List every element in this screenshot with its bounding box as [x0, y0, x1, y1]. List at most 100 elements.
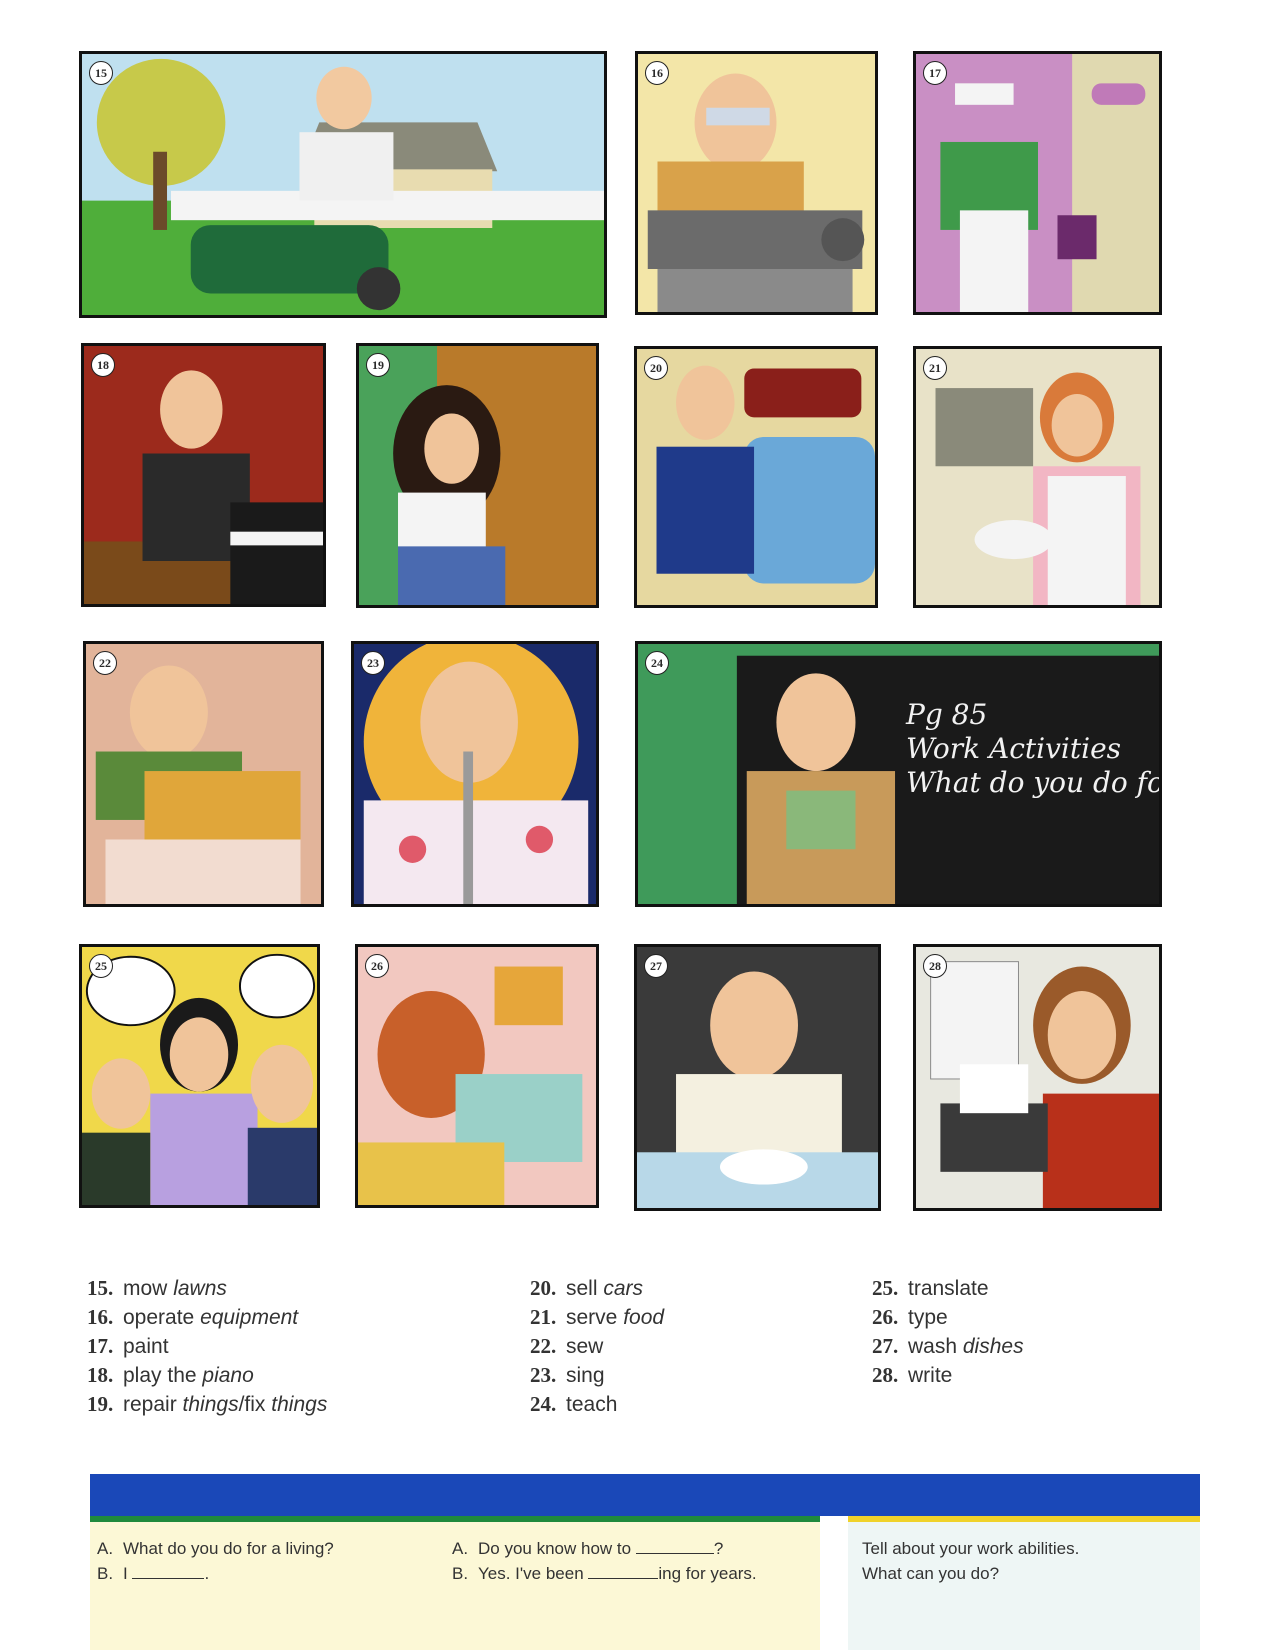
panel-number: 25	[89, 954, 113, 978]
panel-16-operate-equipment: 16	[635, 51, 878, 315]
translator-illustration	[82, 947, 317, 1205]
item-object: things	[271, 1393, 328, 1416]
dishwasher-illustration	[637, 947, 878, 1208]
chalkboard-line: What do you do for a li	[906, 766, 1159, 799]
panel-18-play-piano: 18	[81, 343, 326, 607]
item-number: 28.	[872, 1363, 899, 1387]
panel-number: 24	[645, 651, 669, 675]
dialog-text: Yes. I've been	[478, 1564, 584, 1583]
panel-17-paint: 17	[913, 51, 1162, 315]
item-object: lawns	[173, 1277, 227, 1300]
typist-illustration	[358, 947, 596, 1205]
panel-number: 26	[365, 954, 389, 978]
item-verb: translate	[908, 1277, 989, 1300]
item-verb: type	[908, 1306, 948, 1329]
dialog-text: Do you know how to	[478, 1539, 632, 1558]
vocab-item-21: 21. serve food	[530, 1303, 664, 1332]
vocab-column-3: 25. translate 26. type 27. wash dishes 28. w…	[872, 1274, 1024, 1390]
panel-number: 23	[361, 651, 385, 675]
panel-number: 22	[93, 651, 117, 675]
chalkboard-line: Work Activities	[906, 732, 1122, 765]
item-object: things	[182, 1393, 239, 1416]
vocab-item-22: 22. sew	[530, 1332, 664, 1361]
item-number: 24.	[530, 1392, 557, 1416]
vocab-item-15: 15. mow lawns	[87, 1274, 327, 1303]
pianist-illustration	[84, 346, 323, 604]
fill-in-blank	[588, 1564, 659, 1579]
chalkboard-text: Pg 85 Work Activities What do you do for…	[906, 698, 1159, 800]
dialog-text: .	[204, 1564, 210, 1583]
vocab-item-28: 28. write	[872, 1361, 1024, 1390]
vocab-item-17: 17. paint	[87, 1332, 327, 1361]
panel-19-repair-things: 19	[356, 343, 599, 608]
conversation-2: A. Do you know how to ? B. Yes. I've been …	[452, 1536, 757, 1586]
panel-21-serve-food: 21	[913, 346, 1162, 608]
fill-in-blank	[635, 1539, 714, 1554]
speaker-label: B.	[97, 1564, 114, 1583]
painter-illustration	[916, 54, 1159, 312]
panel-20-sell-cars: 20	[634, 346, 878, 608]
item-number: 20.	[530, 1276, 557, 1300]
blue-header-band	[90, 1474, 1200, 1516]
dialog-text: ing for years.	[658, 1564, 757, 1583]
item-number: 15.	[87, 1276, 114, 1300]
panel-23-sing: 23	[351, 641, 599, 907]
panel-15-mow-lawns: 15	[79, 51, 607, 318]
dialog-text: ?	[713, 1539, 724, 1558]
tailor-illustration	[86, 644, 321, 904]
item-number: 27.	[872, 1334, 899, 1358]
panel-number: 27	[644, 954, 668, 978]
panel-number: 20	[644, 356, 668, 380]
item-object: cars	[603, 1277, 644, 1300]
fill-in-blank	[132, 1564, 205, 1579]
vocab-item-27: 27. wash dishes	[872, 1332, 1024, 1361]
item-number: 23.	[530, 1363, 557, 1387]
vocab-item-23: 23. sing	[530, 1361, 664, 1390]
repairing-door-illustration	[359, 346, 596, 605]
item-verb: operate	[123, 1306, 195, 1329]
vocab-item-18: 18. play the piano	[87, 1361, 327, 1390]
item-number: 16.	[87, 1305, 114, 1329]
vocab-item-20: 20. sell cars	[530, 1274, 664, 1303]
item-number: 17.	[87, 1334, 114, 1358]
conversation-2-line-a: A. Do you know how to ?	[452, 1536, 757, 1561]
speaker-label: B.	[452, 1564, 469, 1583]
lawn-mowing-illustration	[82, 54, 604, 315]
panel-25-translate: 25	[79, 944, 320, 1208]
item-object: piano	[202, 1364, 254, 1387]
panel-number: 17	[923, 61, 947, 85]
vocab-item-16: 16. operate equipment	[87, 1303, 327, 1332]
lathe-operator-illustration	[638, 54, 875, 312]
dialog-text: What do you do for a living?	[123, 1539, 334, 1558]
item-verb: sing	[566, 1364, 605, 1387]
vocab-column-1: 15. mow lawns 16. operate equipment 17. pai…	[87, 1274, 327, 1419]
conversation-1: A. What do you do for a living? B. I .	[97, 1536, 334, 1586]
vocab-item-24: 24. teach	[530, 1390, 664, 1419]
item-verb: wash	[908, 1335, 958, 1358]
item-verb: write	[908, 1364, 953, 1387]
panel-27-wash-dishes: 27	[634, 944, 881, 1211]
item-verb: teach	[566, 1393, 618, 1416]
vocab-item-25: 25. translate	[872, 1274, 1024, 1303]
dialog-text: I	[123, 1564, 128, 1583]
speaker-label: A.	[97, 1539, 114, 1558]
item-verb: sew	[566, 1335, 604, 1358]
item-number: 25.	[872, 1276, 899, 1300]
panel-number: 16	[645, 61, 669, 85]
conversation-1-line-a: A. What do you do for a living?	[97, 1536, 334, 1561]
item-object: dishes	[962, 1335, 1024, 1358]
panel-number: 21	[923, 356, 947, 380]
conversation-1-line-b: B. I .	[97, 1561, 334, 1586]
item-verb: paint	[123, 1335, 169, 1358]
item-separator: /fix	[238, 1393, 266, 1416]
speaker-label: A.	[452, 1539, 469, 1558]
chalkboard-line: Pg 85	[906, 698, 988, 731]
panel-22-sew: 22	[83, 641, 324, 907]
panel-number: 19	[366, 353, 390, 377]
item-number: 19.	[87, 1392, 114, 1416]
vocab-item-26: 26. type	[872, 1303, 1024, 1332]
item-number: 22.	[530, 1334, 557, 1358]
writer-illustration	[916, 947, 1159, 1208]
car-salesman-illustration	[637, 349, 875, 605]
vocab-column-2: 20. sell cars 21. serve food 22. sew 23. sin…	[530, 1274, 664, 1419]
